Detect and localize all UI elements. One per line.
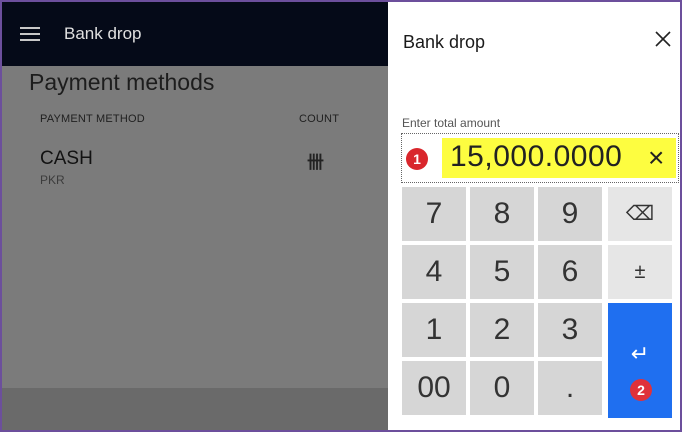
- dialog-title: Bank drop: [403, 32, 486, 52]
- payment-method-name: CASH: [40, 148, 93, 169]
- key-6[interactable]: 6: [538, 245, 602, 299]
- callout-badge-2: 2: [630, 379, 652, 401]
- app-window: Bank drop Payment methods PAYMENT METHOD…: [0, 0, 682, 432]
- key-5[interactable]: 5: [470, 245, 534, 299]
- key-2[interactable]: 2: [470, 303, 534, 357]
- bank-drop-dialog: Bank drop Enter total amount 1 15,000.00…: [388, 2, 680, 430]
- key-8[interactable]: 8: [470, 187, 534, 241]
- key-0[interactable]: 0: [470, 361, 534, 415]
- callout-badge-1: 1: [406, 148, 428, 170]
- page-title: Payment methods: [29, 69, 215, 95]
- payment-method-currency: PKR: [40, 173, 65, 187]
- column-header-payment-method: PAYMENT METHOD: [40, 113, 145, 125]
- key-decimal[interactable]: .: [538, 361, 602, 415]
- payment-methods-panel: Payment methods PAYMENT METHOD COUNT CAS…: [2, 66, 388, 388]
- app-header: Bank drop: [2, 2, 388, 66]
- amount-value: 15,000.0000: [450, 140, 623, 173]
- key-00[interactable]: 00: [402, 361, 466, 415]
- column-header-count: COUNT: [299, 113, 340, 125]
- enter-key[interactable]: ↵ 2: [608, 303, 672, 418]
- background-page: Bank drop Payment methods PAYMENT METHOD…: [2, 2, 388, 430]
- enter-icon: ↵: [630, 341, 650, 366]
- key-4[interactable]: 4: [402, 245, 466, 299]
- amount-label: Enter total amount: [402, 116, 501, 130]
- key-3[interactable]: 3: [538, 303, 602, 357]
- key-7[interactable]: 7: [402, 187, 466, 241]
- close-icon[interactable]: [652, 28, 674, 50]
- backspace-key[interactable]: ⌫: [608, 187, 672, 241]
- header-title: Bank drop: [64, 24, 142, 43]
- key-1[interactable]: 1: [402, 303, 466, 357]
- bottom-bar: [2, 388, 388, 430]
- plus-minus-key[interactable]: ±: [608, 245, 672, 299]
- clear-amount-icon[interactable]: ×: [648, 142, 664, 174]
- key-9[interactable]: 9: [538, 187, 602, 241]
- tally-count-icon: 卌: [307, 153, 324, 172]
- hamburger-icon[interactable]: [20, 27, 40, 41]
- amount-input[interactable]: 1 15,000.0000 ×: [401, 133, 679, 183]
